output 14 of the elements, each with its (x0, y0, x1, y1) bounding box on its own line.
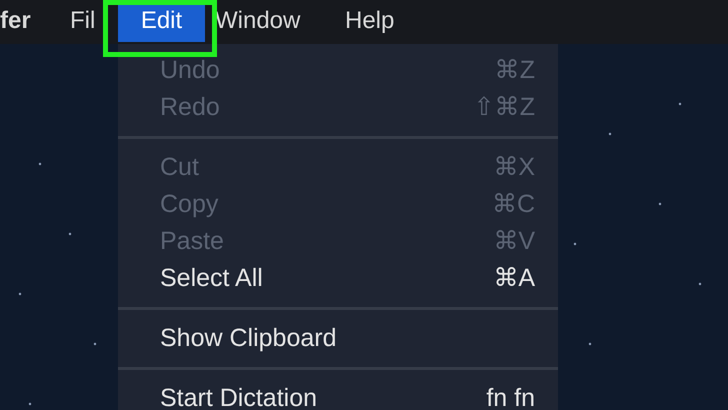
shortcut-label: fn fn (486, 382, 535, 410)
menu-item[interactable]: Select All ⌘A (118, 260, 558, 297)
shortcut-label: ⌘V (493, 226, 535, 257)
menu-item[interactable]: Start Dictation fn fn (118, 380, 558, 410)
menu-item[interactable]: Show Clipboard (118, 320, 558, 357)
shortcut-label: ⌘A (493, 262, 535, 294)
shortcut-label: ⌘Z (494, 54, 535, 86)
app-name[interactable]: fer (0, 0, 70, 42)
menu-bar-item[interactable]: Fil (70, 0, 118, 42)
shortcut-label: ⇧⌘Z (474, 92, 535, 123)
shortcut-label: ⌘C (492, 188, 535, 220)
menu-bar-item[interactable]: Window (205, 0, 335, 42)
menu-bar-item[interactable]: Help (335, 0, 394, 42)
shortcut-label: ⌘X (493, 152, 535, 183)
